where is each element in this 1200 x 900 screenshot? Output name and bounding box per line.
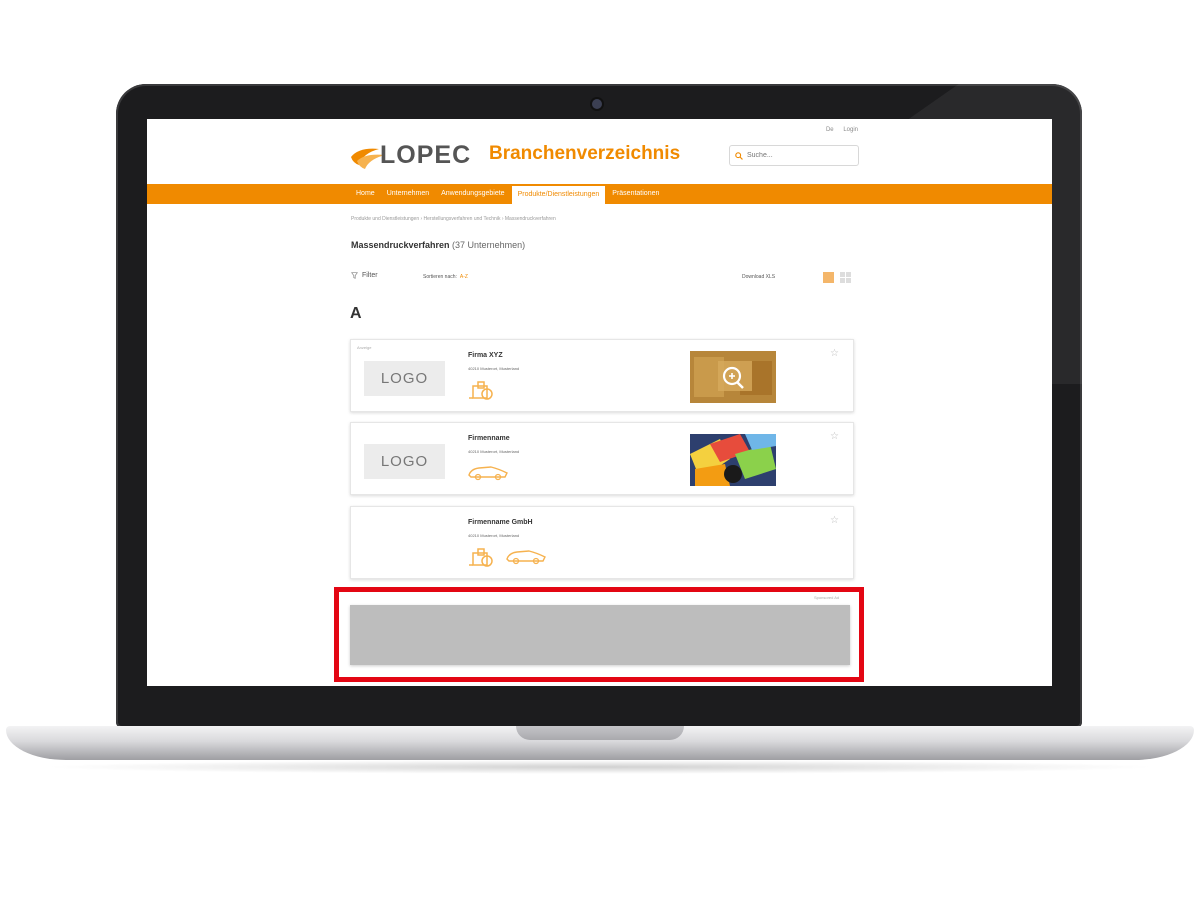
language-switch[interactable]: De [826, 127, 834, 133]
printed-device-icon [469, 548, 493, 567]
webcam [592, 99, 602, 109]
favorite-star-icon[interactable]: ☆ [830, 431, 839, 442]
results-toolbar: Filter Sortieren nach: A-Z Download XLS [351, 272, 851, 286]
company-name[interactable]: Firmenname GmbH [468, 519, 533, 526]
ad-highlight-frame [334, 587, 864, 682]
section-letter: A [350, 305, 362, 322]
printed-colors-thumbnail[interactable] [690, 434, 776, 486]
topbar-links: De Login [818, 127, 858, 133]
sort-value[interactable]: A-Z [460, 274, 468, 280]
favorite-star-icon[interactable]: ☆ [830, 515, 839, 526]
list-view-icon[interactable] [823, 272, 834, 283]
nav-anwendungsgebiete[interactable]: Anwendungsgebiete [435, 184, 510, 204]
download-xls-link[interactable]: Download XLS [742, 274, 775, 280]
sort-label: Sortieren nach: [423, 274, 457, 280]
nav-produkte-dienstleistungen[interactable]: Produkte/Dienstleistungen [510, 185, 607, 204]
company-logo-placeholder: LOGO [364, 444, 445, 479]
funnel-icon [351, 272, 358, 279]
laptop-shadow [40, 760, 1160, 774]
main-navigation: Home Unternehmen Anwendungsgebiete Produ… [147, 184, 1052, 204]
car-icon [468, 466, 508, 481]
company-card[interactable]: Firmenname GmbH 40210 Musterort, Musterl… [350, 506, 854, 579]
nav-unternehmen[interactable]: Unternehmen [381, 184, 435, 204]
nav-home[interactable]: Home [350, 184, 381, 204]
company-count: (37 Unternehmen) [449, 240, 526, 250]
nav-praesentationen[interactable]: Präsentationen [606, 184, 665, 204]
company-address: 40210 Musterort, Musterland [468, 533, 520, 538]
printed-device-icon [469, 381, 493, 400]
laptop-base-notch [516, 726, 684, 740]
car-icon [506, 550, 546, 565]
category-name: Massendruckverfahren [351, 240, 450, 250]
page-title: Massendruckverfahren (37 Unternehmen) [351, 240, 525, 250]
company-address: 40210 Musterort, Musterland [468, 449, 520, 454]
filter-label: Filter [362, 272, 378, 279]
magnifier-thumbnail[interactable] [690, 351, 776, 403]
ad-tag: Anzeige [357, 345, 372, 350]
company-card[interactable]: LOGO Firmenname 40210 Musterort, Musterl… [350, 422, 854, 495]
filter-button[interactable]: Filter [351, 272, 378, 279]
breadcrumb[interactable]: Produkte und Dienstleistungen › Herstell… [351, 216, 556, 222]
search-icon [735, 151, 743, 160]
company-address: 40210 Musterort, Musterland [468, 366, 520, 371]
grid-view-icon[interactable] [840, 272, 851, 283]
sort-control[interactable]: Sortieren nach: A-Z [423, 274, 468, 280]
favorite-star-icon[interactable]: ☆ [830, 348, 839, 359]
search-box[interactable] [729, 145, 859, 166]
company-card[interactable]: Anzeige LOGO Firma XYZ 40210 Musterort, … [350, 339, 854, 412]
company-logo-placeholder: LOGO [364, 361, 445, 396]
logo-text[interactable]: LOPEC [380, 141, 471, 170]
page-brand-title: Branchenverzeichnis [489, 143, 681, 164]
login-link[interactable]: Login [843, 127, 858, 133]
company-name[interactable]: Firma XYZ [468, 352, 503, 359]
company-name[interactable]: Firmenname [468, 435, 510, 442]
search-input[interactable] [743, 152, 847, 159]
